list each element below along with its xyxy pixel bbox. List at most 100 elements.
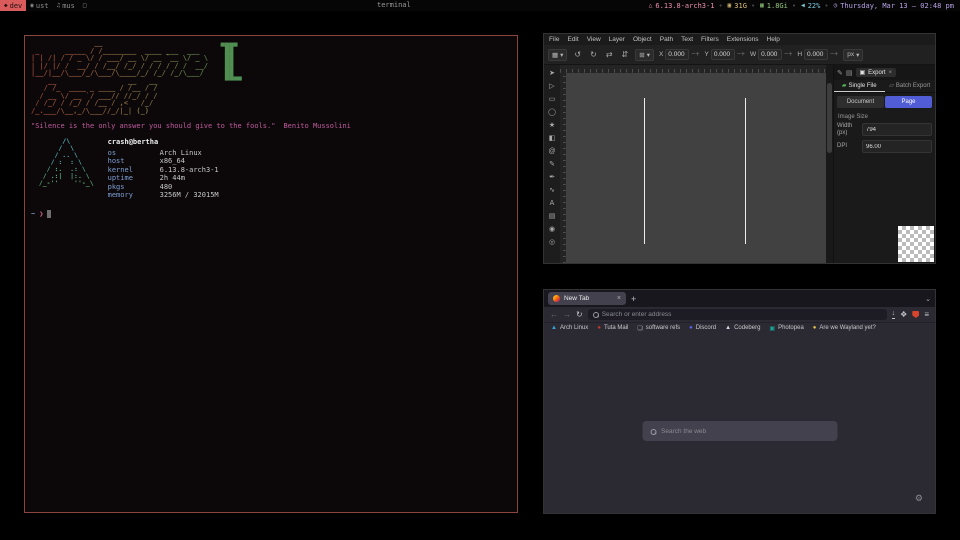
dpi-input[interactable] bbox=[862, 140, 932, 153]
newtab-search-input[interactable] bbox=[661, 428, 829, 435]
bookmark-item[interactable]: ▣ Photopea bbox=[769, 325, 803, 332]
spinbox-steppers[interactable]: −+ bbox=[691, 51, 699, 58]
tool-button[interactable]: A bbox=[546, 197, 559, 209]
menu-item[interactable]: Filters bbox=[701, 36, 719, 43]
downloads-icon[interactable]: ↓ bbox=[892, 310, 896, 319]
new-tab-button[interactable]: + bbox=[631, 294, 636, 304]
bookmark-label: Photopea bbox=[778, 325, 804, 331]
tool-button[interactable]: ◧ bbox=[546, 132, 559, 144]
bookmark-item[interactable]: ▲ Arch Linux bbox=[551, 325, 588, 331]
spinbox-steppers[interactable]: −+ bbox=[784, 51, 792, 58]
user-host: crash@bertha bbox=[108, 138, 219, 147]
tool-button[interactable]: ▤ bbox=[546, 210, 559, 222]
tool-button[interactable]: ▷ bbox=[546, 80, 559, 92]
menu-item[interactable]: Path bbox=[660, 36, 673, 43]
extensions-icon[interactable]: ❖ bbox=[900, 310, 907, 319]
tool-button[interactable]: ◯ bbox=[546, 106, 559, 118]
chevron-down-icon: ▾ bbox=[856, 51, 859, 59]
rotate-ccw-button[interactable]: ↺ bbox=[572, 50, 583, 59]
inkscape-canvas[interactable] bbox=[566, 73, 826, 263]
select-mode-dropdown[interactable]: ▦ ▾ bbox=[548, 49, 567, 61]
menu-item[interactable]: Extensions bbox=[727, 36, 759, 43]
workspace-tag-icon: ◆ bbox=[4, 2, 8, 9]
spinbox-steppers[interactable]: −+ bbox=[737, 51, 745, 58]
bookmark-favicon-icon: ● bbox=[689, 325, 693, 331]
bookmark-item[interactable]: ▲ Codeberg bbox=[725, 325, 760, 331]
workspace-tag[interactable]: ◉ ust bbox=[26, 0, 52, 11]
tool-button[interactable]: ✎ bbox=[546, 158, 559, 170]
flip-horizontal-button[interactable]: ⇄ bbox=[604, 50, 615, 59]
menu-item[interactable]: Edit bbox=[567, 36, 578, 43]
width-input[interactable] bbox=[862, 123, 932, 136]
flip-vertical-button[interactable]: ⇵ bbox=[620, 50, 631, 59]
menu-item[interactable]: View bbox=[587, 36, 601, 43]
page-border-left bbox=[644, 98, 645, 244]
bookmark-item[interactable]: ❏ software refs bbox=[637, 325, 680, 332]
menu-icon[interactable]: ≡ bbox=[924, 310, 929, 319]
tool-button[interactable]: @ bbox=[546, 145, 559, 157]
bookmark-favicon-icon: ● bbox=[597, 325, 601, 331]
forward-button[interactable]: → bbox=[563, 310, 571, 319]
menu-item[interactable]: Text bbox=[681, 36, 693, 43]
canvas-vertical-scrollbar[interactable] bbox=[826, 65, 833, 263]
fetch-value: 2h 44m bbox=[160, 174, 185, 183]
shell-prompt: ~ ❯ bbox=[31, 210, 511, 218]
workspace-tag[interactable]: □ bbox=[79, 0, 93, 11]
rotate-cw-button[interactable]: ↻ bbox=[588, 50, 599, 59]
gear-icon[interactable]: ⚙ bbox=[915, 493, 923, 504]
tool-button[interactable]: ◉ bbox=[546, 223, 559, 235]
bookmark-item[interactable]: ● Discord bbox=[689, 325, 716, 331]
spinbox-value[interactable]: 0.000 bbox=[758, 49, 782, 60]
spinbox-value[interactable]: 0.000 bbox=[665, 49, 689, 60]
terminal-window[interactable]: __ ▄▄▄▄ _ _____ / /________ ____ ___ ___… bbox=[24, 35, 518, 513]
url-input[interactable] bbox=[602, 311, 882, 318]
ublock-icon[interactable] bbox=[912, 311, 919, 318]
tool-button[interactable]: ✒ bbox=[546, 171, 559, 183]
tool-button[interactable]: ∿ bbox=[546, 184, 559, 196]
coordinate-spinbox[interactable]: Y 0.000 −+ bbox=[704, 49, 745, 60]
url-bar[interactable] bbox=[588, 309, 887, 320]
units-dropdown[interactable]: px ▾ bbox=[843, 49, 863, 61]
close-icon[interactable]: × bbox=[889, 70, 893, 76]
spinbox-steppers[interactable]: −+ bbox=[830, 51, 838, 58]
menu-item[interactable]: Help bbox=[767, 36, 780, 43]
coordinate-spinbox[interactable]: W 0.000 −+ bbox=[750, 49, 792, 60]
coordinate-spinbox[interactable]: H 0.000 −+ bbox=[797, 49, 838, 60]
tab-close-icon[interactable]: × bbox=[617, 295, 621, 302]
workspace-tag[interactable]: ♫ mus bbox=[53, 0, 79, 11]
menu-item[interactable]: Object bbox=[633, 36, 652, 43]
reload-button[interactable]: ↻ bbox=[576, 310, 583, 319]
list-all-tabs-button[interactable]: ⌄ bbox=[925, 295, 931, 303]
prompt-symbol: ❯ bbox=[39, 210, 43, 218]
export-mode-tab[interactable]: ▱ Batch Export bbox=[885, 80, 936, 92]
export-dock-tab[interactable]: ▣ Export × bbox=[856, 68, 897, 77]
scrollbar-thumb[interactable] bbox=[827, 83, 832, 153]
bookmark-item[interactable]: ● Are we Wayland yet? bbox=[813, 325, 876, 331]
image-size-label: Image Size bbox=[834, 111, 935, 121]
coordinate-spinbox[interactable]: X 0.000 −+ bbox=[659, 49, 700, 60]
back-button[interactable]: ← bbox=[550, 310, 558, 319]
fetch-row: uptime 2h 44m bbox=[108, 174, 219, 183]
layers-dock-icon[interactable]: ▤ bbox=[846, 69, 853, 77]
status-segment: • ◷ Thursday, Mar 13 — 02:48 pm bbox=[824, 2, 954, 10]
spinbox-value[interactable]: 0.000 bbox=[711, 49, 735, 60]
status-segment: • ◀ 22% bbox=[792, 2, 821, 10]
export-scope-button[interactable]: Page bbox=[885, 96, 932, 108]
spinbox-value[interactable]: 0.000 bbox=[804, 49, 828, 60]
browser-tab[interactable]: New Tab × bbox=[548, 292, 626, 305]
fetch-info: crash@bertha os Arch Linux host x86_64 bbox=[108, 138, 219, 200]
workspace-tag[interactable]: ◆ dev bbox=[0, 0, 26, 11]
tool-button[interactable]: ▭ bbox=[546, 93, 559, 105]
bookmark-item[interactable]: ● Tuta Mail bbox=[597, 325, 628, 331]
newtab-search-bar[interactable] bbox=[642, 421, 837, 441]
menu-item[interactable]: File bbox=[549, 36, 559, 43]
menu-item[interactable]: Layer bbox=[609, 36, 625, 43]
edit-dock-icon[interactable]: ✎ bbox=[837, 69, 843, 77]
export-mode-tab[interactable]: ▰ Single File bbox=[834, 80, 885, 92]
align-dropdown[interactable]: ⊞ ▾ bbox=[635, 49, 654, 61]
tool-button[interactable]: ★ bbox=[546, 119, 559, 131]
fetch-value: Arch Linux bbox=[160, 149, 202, 158]
export-scope-button[interactable]: Document bbox=[837, 96, 884, 108]
tool-button[interactable]: ➤ bbox=[546, 67, 559, 79]
tool-button[interactable]: ◎ bbox=[546, 236, 559, 248]
